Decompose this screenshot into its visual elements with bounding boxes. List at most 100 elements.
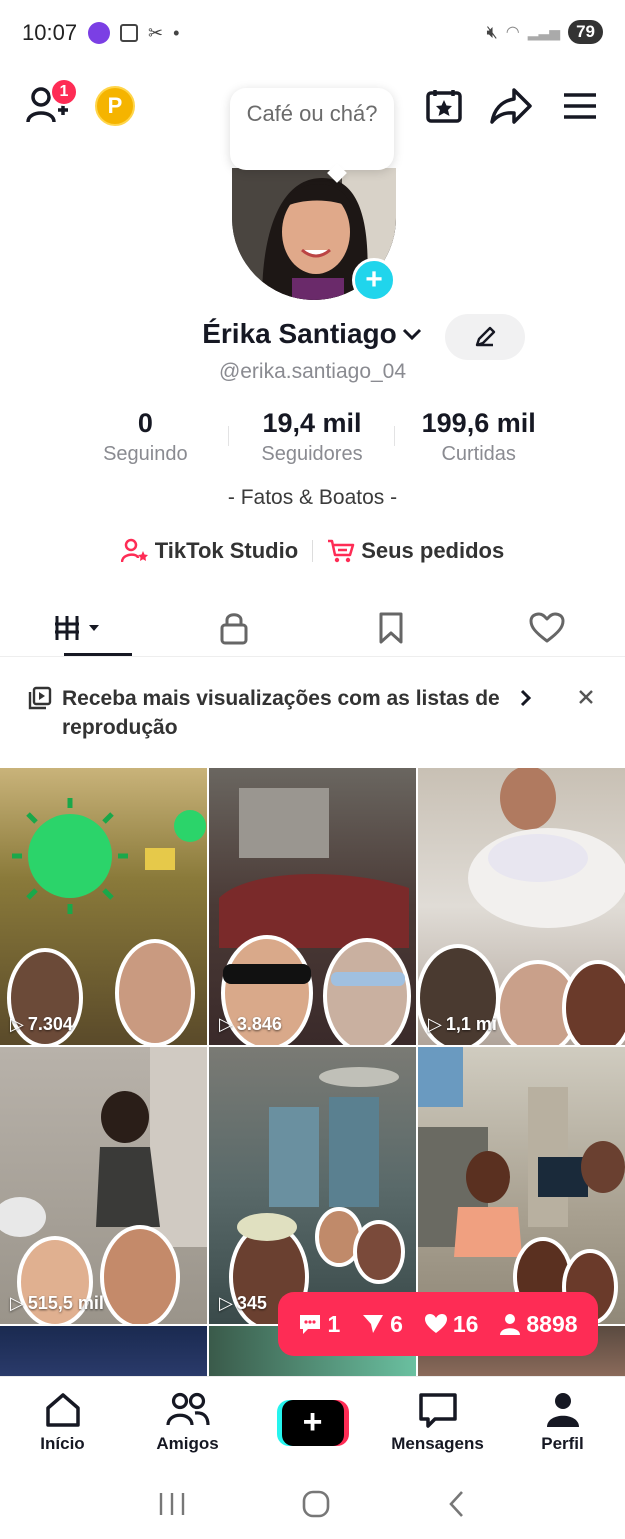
nav-friends-label: Amigos bbox=[156, 1433, 219, 1453]
status-time: 10:07 bbox=[22, 20, 78, 45]
tab-private[interactable] bbox=[156, 600, 312, 656]
plus-icon: + bbox=[281, 1399, 344, 1446]
system-nav-bar bbox=[0, 1468, 625, 1539]
pill-shares-value: 6 bbox=[390, 1310, 403, 1337]
tiktok-studio-label: TikTok Studio bbox=[154, 538, 299, 563]
nav-home-label: Início bbox=[40, 1433, 85, 1453]
video-thumbnail[interactable]: ▷ 1,1 mi bbox=[418, 768, 625, 1045]
video-thumbnail[interactable]: ▷ 345 bbox=[209, 1047, 416, 1324]
nav-create[interactable]: + bbox=[250, 1377, 375, 1468]
banner-close-icon[interactable] bbox=[577, 688, 595, 706]
live-stats-pill[interactable]: 1 6 16 8898 bbox=[278, 1292, 598, 1356]
orders-link[interactable]: Seus pedidos bbox=[327, 538, 504, 564]
wifi-icon: ◠ bbox=[505, 24, 520, 41]
video-thumbnail[interactable]: ▷ bbox=[418, 1047, 625, 1324]
playlist-icon bbox=[28, 686, 52, 710]
profile-name: Érika Santiago bbox=[202, 318, 397, 349]
stat-likes[interactable]: 199,6 mil Curtidas bbox=[395, 408, 562, 466]
nav-home[interactable]: Início bbox=[0, 1377, 125, 1468]
signal-icon: ▂▃▅ bbox=[527, 23, 561, 40]
views-value: 1,1 mi bbox=[445, 1014, 497, 1034]
profile-icon bbox=[544, 1392, 582, 1428]
profile-handle: @erika.santiago_04 bbox=[218, 360, 407, 383]
send-icon bbox=[361, 1313, 385, 1335]
add-avatar-plus-icon[interactable]: + bbox=[352, 258, 396, 302]
create-button[interactable]: + bbox=[276, 1399, 349, 1446]
person-star-icon bbox=[120, 538, 149, 564]
views-value: 515,5 mil bbox=[27, 1293, 104, 1313]
play-icon: ▷ bbox=[10, 1014, 24, 1034]
share-icon[interactable] bbox=[490, 86, 532, 126]
video-thumbnail[interactable] bbox=[0, 1326, 207, 1376]
tab-videos[interactable] bbox=[0, 600, 156, 656]
video-thumbnail[interactable]: ▷ 515,5 mil bbox=[0, 1047, 207, 1324]
views-count: ▷ 3.846 bbox=[219, 1014, 282, 1035]
stat-label: Seguidores bbox=[261, 443, 363, 465]
pill-shares: 6 bbox=[361, 1311, 403, 1338]
videos-grid-icon bbox=[53, 612, 103, 644]
nav-messages[interactable]: Mensagens bbox=[375, 1377, 500, 1468]
stat-value: 199,6 mil bbox=[421, 408, 536, 438]
more-dot-icon: • bbox=[173, 22, 180, 43]
tab-liked[interactable] bbox=[469, 600, 625, 656]
nav-friends[interactable]: Amigos bbox=[125, 1377, 250, 1468]
inbox-icon bbox=[418, 1392, 458, 1428]
coin-icon[interactable]: P bbox=[95, 86, 135, 126]
hospital-scene-illustration bbox=[229, 1067, 405, 1324]
tab-saved[interactable] bbox=[313, 600, 469, 656]
pill-comments: 1 bbox=[298, 1311, 340, 1338]
calendar-star-icon[interactable] bbox=[425, 88, 463, 124]
profile-links: TikTok Studio Seus pedidos bbox=[0, 538, 625, 564]
stat-followers[interactable]: 19,4 mil Seguidores bbox=[229, 408, 396, 466]
views-value: 7.304 bbox=[27, 1014, 73, 1034]
nav-profile-label: Perfil bbox=[541, 1433, 584, 1453]
views-count: ▷ 1,1 mi bbox=[428, 1014, 497, 1035]
account-switch-chevron-icon[interactable] bbox=[401, 326, 423, 342]
child-scene-illustration bbox=[0, 1047, 207, 1324]
pill-viewers-value: 8898 bbox=[526, 1310, 578, 1337]
office-scene-illustration bbox=[418, 1047, 625, 1324]
pill-viewers: 8898 bbox=[499, 1310, 578, 1338]
views-count: ▷ 7.304 bbox=[10, 1014, 73, 1035]
links-divider bbox=[312, 540, 314, 562]
orders-label: Seus pedidos bbox=[361, 538, 505, 563]
pill-likes: 16 bbox=[424, 1311, 478, 1338]
play-icon: ▷ bbox=[219, 1293, 233, 1313]
home-button-icon[interactable] bbox=[301, 1489, 331, 1519]
video-thumbnail[interactable]: ▷ 7.304 bbox=[0, 768, 207, 1045]
playlist-banner-text[interactable]: Receba mais visualizações com as listas … bbox=[62, 684, 512, 742]
profile-name-row[interactable]: Érika Santiago bbox=[0, 318, 625, 350]
note-bubble[interactable]: Café ou chá? bbox=[230, 88, 394, 170]
status-notification-icons: ✂ • bbox=[88, 22, 179, 44]
play-icon: ▷ bbox=[428, 1014, 442, 1034]
stat-label: Seguindo bbox=[103, 443, 188, 465]
car-scene-illustration bbox=[219, 788, 411, 1045]
nav-messages-label: Mensagens bbox=[391, 1433, 484, 1453]
battery-indicator: 79 bbox=[568, 20, 603, 44]
screenshot-icon bbox=[120, 24, 138, 42]
person-icon bbox=[499, 1313, 521, 1335]
bookmark-icon bbox=[377, 611, 405, 645]
status-system-icons: 🔇︎ ◠ ▂▃▅ 79 bbox=[486, 20, 603, 44]
tabs-divider bbox=[0, 656, 625, 657]
bottom-nav: Início Amigos + Mensagens Perfil bbox=[0, 1376, 625, 1468]
banner-chevron-right-icon[interactable] bbox=[518, 688, 534, 708]
nav-profile[interactable]: Perfil bbox=[500, 1377, 625, 1468]
pencil-icon bbox=[473, 325, 497, 349]
menu-icon[interactable] bbox=[562, 92, 598, 120]
recent-apps-icon[interactable] bbox=[157, 1491, 187, 1517]
play-icon: ▷ bbox=[10, 1293, 24, 1313]
pill-comments-value: 1 bbox=[327, 1310, 341, 1337]
comment-icon bbox=[298, 1313, 322, 1335]
heart-filled-icon bbox=[424, 1313, 448, 1335]
friends-icon bbox=[165, 1392, 210, 1428]
back-icon[interactable] bbox=[446, 1489, 468, 1519]
views-value: 345 bbox=[236, 1293, 267, 1313]
app-notification-icon bbox=[88, 22, 110, 44]
tiktok-studio-link[interactable]: TikTok Studio bbox=[120, 538, 299, 564]
stat-following[interactable]: 0 Seguindo bbox=[62, 408, 229, 466]
stat-value: 0 bbox=[137, 408, 153, 438]
stat-label: Curtidas bbox=[441, 443, 516, 465]
edit-profile-button[interactable] bbox=[445, 314, 525, 360]
video-thumbnail[interactable]: ▷ 3.846 bbox=[209, 768, 416, 1045]
